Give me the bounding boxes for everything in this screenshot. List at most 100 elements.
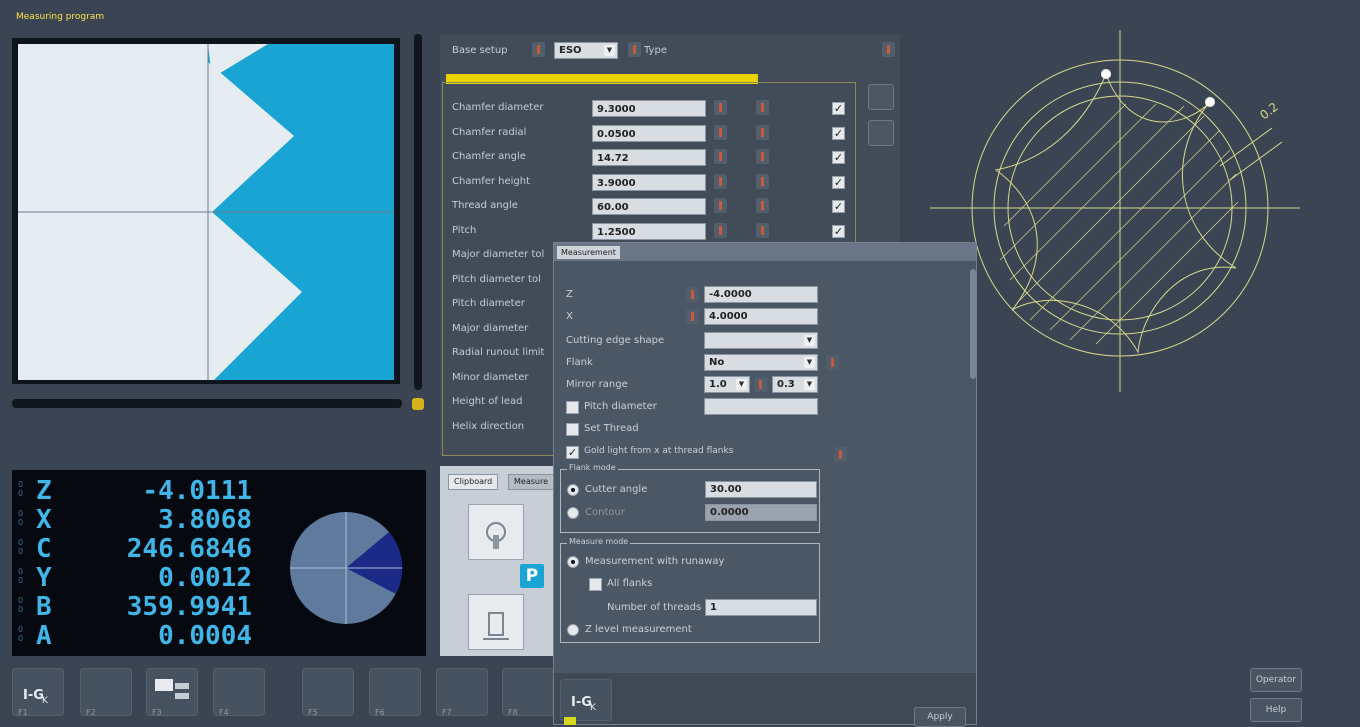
param-checkbox[interactable]: ✓ — [832, 224, 845, 238]
contour-label: Contour — [585, 507, 625, 518]
info-icon[interactable] — [756, 149, 769, 164]
base-setup-label: Base setup — [452, 45, 508, 56]
preview-vertical-scrollbar[interactable] — [408, 34, 426, 390]
cycle-tile-1[interactable] — [468, 504, 524, 560]
base-setup-select[interactable]: ESO ▼ — [554, 42, 618, 59]
info-icon[interactable] — [756, 124, 769, 140]
axis-value: -4.0111 — [142, 476, 252, 506]
param-label: Major diameter — [452, 322, 529, 334]
info-icon[interactable] — [756, 173, 769, 189]
contour-radio[interactable] — [567, 507, 579, 519]
runaway-radio[interactable] — [567, 556, 579, 568]
x-field[interactable]: 4.0000 — [704, 308, 818, 325]
info-icon[interactable] — [756, 198, 769, 213]
dialog-tab[interactable]: Measurement — [557, 246, 620, 259]
fkey-label: F6 — [375, 708, 385, 717]
info-icon[interactable] — [686, 287, 699, 302]
info-icon[interactable] — [826, 355, 839, 370]
info-icon[interactable] — [882, 42, 895, 57]
info-icon[interactable] — [714, 198, 727, 213]
dialog-status-indicator — [564, 717, 576, 725]
axis-value: 0.0004 — [158, 621, 252, 651]
param-label: Major diameter tol — [452, 249, 545, 260]
cutter-angle-field[interactable]: 30.00 — [705, 481, 817, 498]
mirror-to-select[interactable]: 0.3 ▼ — [772, 376, 818, 393]
svg-text:I-G: I-G — [571, 695, 592, 710]
param-checkbox[interactable]: ✓ — [832, 126, 845, 140]
set-thread-checkbox[interactable] — [566, 423, 579, 436]
program-badge[interactable]: P — [520, 564, 544, 588]
param-checkbox[interactable]: ✓ — [832, 200, 845, 213]
info-icon[interactable] — [834, 447, 847, 462]
contour-field[interactable]: 0.0000 — [705, 504, 817, 521]
param-input[interactable]: 60.00 — [592, 198, 706, 215]
axis-row-x: 0 0 X 3.8068 — [18, 505, 252, 535]
measure-mode-title: Measure mode — [567, 537, 631, 546]
param-input[interactable]: 3.9000 — [592, 173, 706, 191]
position-readout: 0 0 Z -4.0111 0 0 X 3.8068 0 0 C 246.6846 0 0Y… — [12, 470, 426, 656]
preview-horizontal-scrollbar[interactable] — [12, 396, 402, 410]
spindle-orientation-dial — [290, 512, 403, 624]
axis-name: A — [36, 621, 52, 651]
info-icon[interactable] — [532, 42, 545, 57]
measure-cycle-icon: I-GK — [571, 695, 597, 713]
number-of-threads-label: Number of threads — [607, 602, 702, 613]
fkey-label: F2 — [86, 708, 96, 717]
info-icon[interactable] — [714, 173, 727, 189]
info-icon[interactable] — [628, 42, 641, 57]
tab-measure[interactable]: Measure — [508, 474, 554, 490]
fkey-label: F3 — [152, 708, 162, 717]
info-icon[interactable] — [756, 100, 769, 115]
all-flanks-checkbox[interactable] — [589, 578, 602, 591]
dialog-scrollbar[interactable] — [970, 269, 976, 379]
svg-text:K: K — [42, 696, 49, 706]
param-input[interactable]: 1.2500 — [592, 222, 706, 240]
info-icon[interactable] — [714, 124, 727, 140]
pitch-diameter-checkbox[interactable] — [566, 401, 579, 414]
svg-text:I-G: I-G — [23, 688, 44, 703]
scroll-corner-handle[interactable] — [412, 398, 424, 410]
measure-tool-icon — [483, 612, 509, 640]
info-icon[interactable] — [714, 222, 727, 238]
param-input[interactable]: 0.0500 — [592, 124, 706, 142]
info-icon[interactable] — [756, 222, 769, 238]
mirror-from-select[interactable]: 1.0 ▼ — [704, 376, 750, 393]
param-label: Chamfer radial — [452, 126, 527, 138]
help-button[interactable]: Help — [1250, 698, 1302, 722]
axis-value: 0.0012 — [158, 563, 252, 593]
pitch-diameter-field[interactable] — [704, 398, 818, 415]
window-title: Measuring program — [16, 12, 105, 22]
thread-profile-preview — [12, 38, 400, 384]
info-icon[interactable] — [714, 100, 727, 115]
operator-button[interactable]: Operator — [1250, 668, 1302, 692]
flank-label: Flank — [566, 357, 593, 368]
panel-down-button[interactable] — [868, 120, 894, 146]
cutting-edge-select[interactable]: ▼ — [704, 332, 818, 349]
flank-mode-group: Flank mode Cutter angle 30.00 Contour 0.… — [560, 463, 820, 533]
param-checkbox[interactable]: ✓ — [832, 175, 845, 189]
param-input[interactable]: 14.72 — [592, 149, 706, 166]
cutter-angle-radio[interactable] — [567, 484, 579, 496]
param-label: Pitch — [452, 224, 477, 236]
fkey-label: F1 — [18, 708, 28, 717]
panel-up-button[interactable] — [868, 84, 894, 110]
axis-value: 246.6846 — [126, 534, 252, 564]
pitch-diameter-label: Pitch diameter — [584, 401, 657, 412]
info-icon[interactable] — [714, 149, 727, 164]
dialog-fkey-button[interactable]: I-G K — [560, 679, 612, 721]
apply-button[interactable]: Apply — [914, 707, 966, 727]
cycle-tile-2[interactable] — [468, 594, 524, 650]
z-field[interactable]: -4.0000 — [704, 286, 818, 303]
param-input[interactable]: 9.3000 — [592, 100, 706, 117]
z-level-radio[interactable] — [567, 624, 579, 636]
flank-select[interactable]: No ▼ — [704, 354, 818, 371]
info-icon[interactable] — [754, 377, 767, 392]
tab-clipboard[interactable]: Clipboard — [448, 474, 499, 490]
param-checkbox[interactable]: ✓ — [832, 151, 845, 164]
measure-mode-group: Measure mode Measurement with runaway Al… — [560, 537, 820, 643]
gold-light-checkbox[interactable]: ✓ — [566, 446, 579, 459]
param-checkbox[interactable]: ✓ — [832, 102, 845, 115]
number-of-threads-field[interactable]: 1 — [705, 599, 817, 616]
info-icon[interactable] — [686, 309, 699, 324]
axis-name: C — [36, 534, 52, 564]
